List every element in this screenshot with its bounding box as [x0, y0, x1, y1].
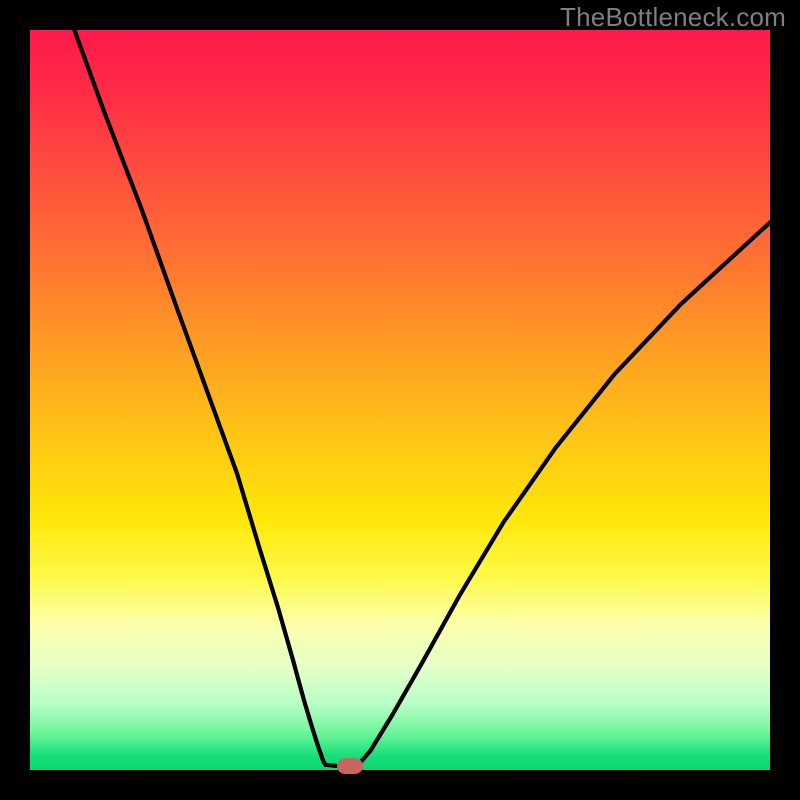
- plot-area: [30, 30, 770, 770]
- bottleneck-curve: [30, 30, 770, 770]
- watermark-text: TheBottleneck.com: [560, 2, 786, 33]
- chart-frame: TheBottleneck.com: [0, 0, 800, 800]
- bottleneck-marker: [337, 758, 363, 774]
